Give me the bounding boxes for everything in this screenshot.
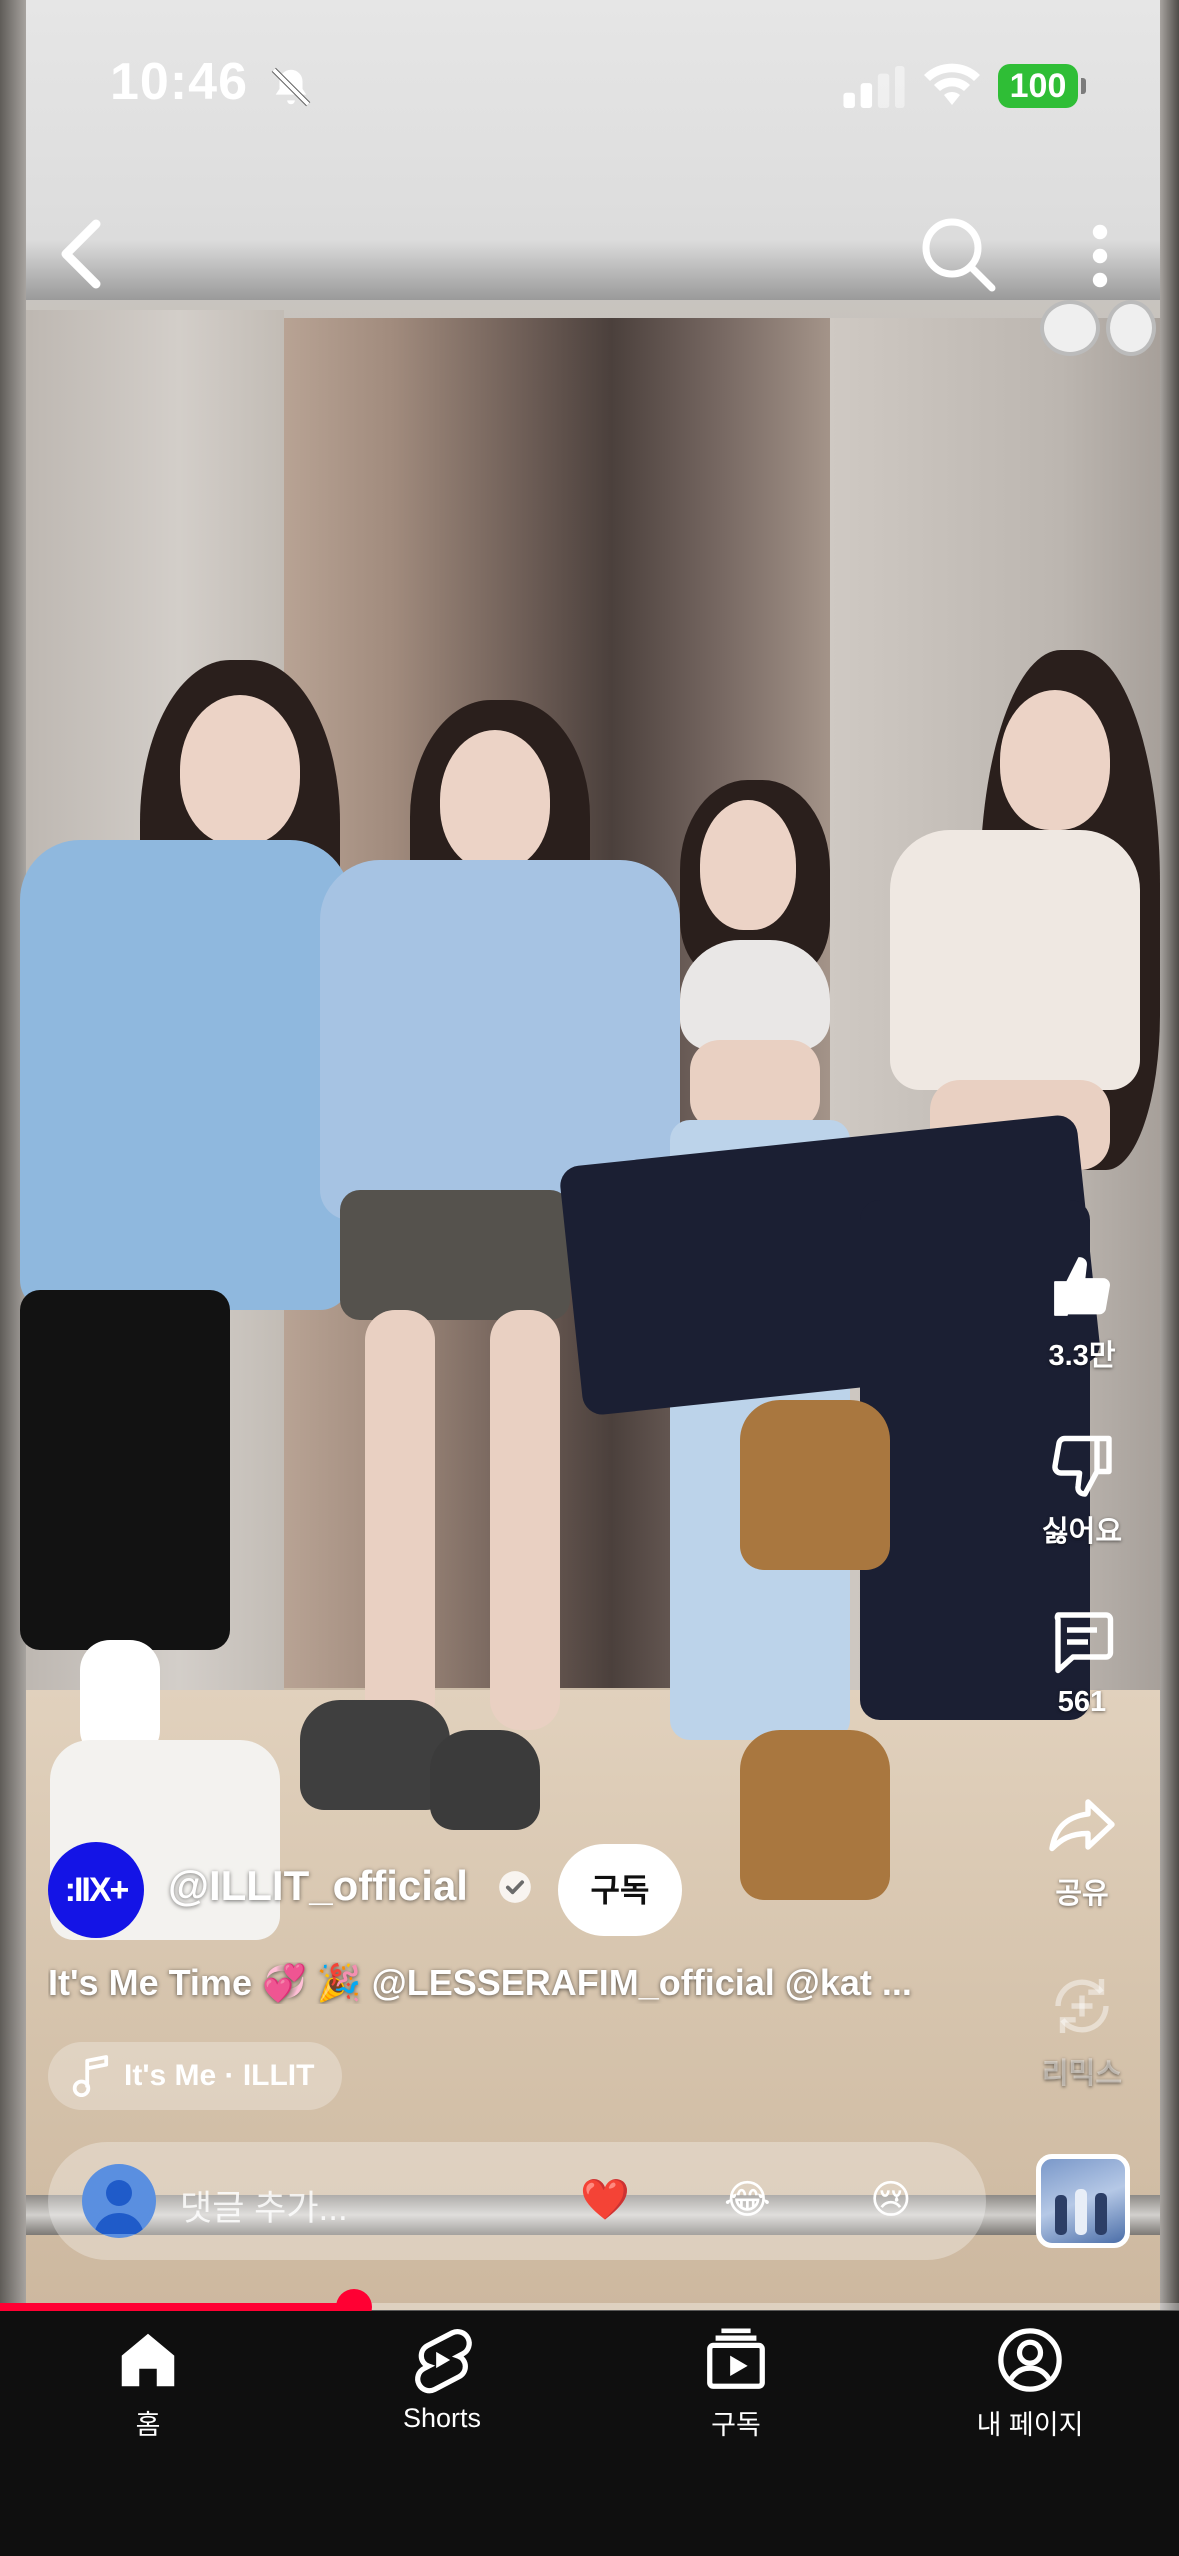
- nav-label: 내 페이지: [976, 2410, 1084, 2440]
- dislike-button[interactable]: 싫어요: [1017, 1428, 1147, 1550]
- share-label: 공유: [1055, 1878, 1109, 1910]
- shorts-icon: [415, 2329, 472, 2394]
- status-time: 10:46: [110, 53, 248, 111]
- search-icon[interactable]: [918, 214, 998, 294]
- bottom-navigation: 홈 Shorts 구독 내 페이지: [0, 2311, 1179, 2556]
- comment-icon: [1054, 1612, 1114, 1674]
- progress-bar[interactable]: [0, 2289, 1179, 2325]
- progress-fill: [0, 2303, 354, 2311]
- share-button[interactable]: 공유: [1017, 1790, 1147, 1912]
- more-vertical-icon[interactable]: [1080, 220, 1120, 292]
- bell-off-icon: [271, 67, 311, 107]
- nav-shorts[interactable]: Shorts: [332, 2325, 552, 2434]
- profile-icon: [998, 2328, 1062, 2392]
- channel-avatar[interactable]: :IIX+: [48, 1842, 144, 1938]
- music-chip[interactable]: It's Me · ILLIT: [48, 2042, 343, 2110]
- music-label: It's Me · ILLIT: [124, 2059, 315, 2092]
- security-camera: [1106, 300, 1156, 356]
- wifi-icon: [924, 63, 980, 105]
- thumbnail-figure: [1055, 2195, 1067, 2235]
- thumbs-up-icon: [1054, 1257, 1110, 1316]
- thumbnail-figure: [1095, 2193, 1107, 2235]
- verified-icon: [499, 1871, 531, 1903]
- remix-button[interactable]: 리믹스: [1017, 1970, 1147, 2092]
- share-arrow-icon: [1049, 1799, 1115, 1852]
- nav-home[interactable]: 홈: [38, 2325, 258, 2442]
- emoji-crying[interactable]: 😢: [870, 2176, 912, 2224]
- music-note-icon: [72, 2055, 109, 2097]
- emoji-laughing[interactable]: 😂: [724, 2176, 771, 2224]
- user-silhouette-icon: [94, 2180, 144, 2234]
- comments-button[interactable]: 561: [1017, 1606, 1147, 1719]
- remix-thumbnail[interactable]: [1036, 2154, 1130, 2248]
- mirror-frame-right: [1160, 0, 1179, 2310]
- security-camera: [1040, 300, 1100, 356]
- comment-placeholder: 댓글 추가...: [180, 2189, 348, 2228]
- nav-profile[interactable]: 내 페이지: [920, 2325, 1140, 2442]
- like-count: 3.3만: [1048, 1340, 1116, 1372]
- subscribe-button[interactable]: 구독: [558, 1844, 682, 1936]
- home-icon: [121, 2333, 175, 2387]
- subscriptions-icon: [707, 2328, 765, 2389]
- thumbs-down-icon: [1052, 1435, 1112, 1497]
- nav-label: 구독: [711, 2410, 761, 2440]
- channel-name[interactable]: @ILLIT_official: [168, 1862, 468, 1910]
- user-avatar: [82, 2164, 156, 2238]
- remix-icon: [1055, 1979, 1109, 2033]
- nav-label: 홈: [135, 2410, 161, 2440]
- video-caption[interactable]: It's Me Time 💞 🎉 @LESSERAFIM_official @k…: [48, 1962, 988, 2004]
- status-bar: 10:46 100: [0, 0, 1179, 170]
- like-button[interactable]: 3.3만: [1017, 1252, 1147, 1374]
- dislike-label: 싫어요: [1041, 1516, 1123, 1548]
- thumbnail-figure: [1075, 2189, 1087, 2235]
- emoji-heart[interactable]: ❤️: [580, 2176, 630, 2224]
- comments-count: 561: [1057, 1686, 1107, 1718]
- nav-subscriptions[interactable]: 구독: [626, 2325, 846, 2442]
- nav-label: Shorts: [402, 2403, 482, 2433]
- chevron-left-icon[interactable]: [52, 218, 108, 290]
- cellular-signal-icon: [843, 66, 905, 108]
- comment-input-bar[interactable]: 댓글 추가... ❤️ 😂 😢: [48, 2142, 986, 2260]
- remix-label: 리믹스: [1041, 2058, 1123, 2090]
- battery-indicator: 100: [998, 64, 1086, 108]
